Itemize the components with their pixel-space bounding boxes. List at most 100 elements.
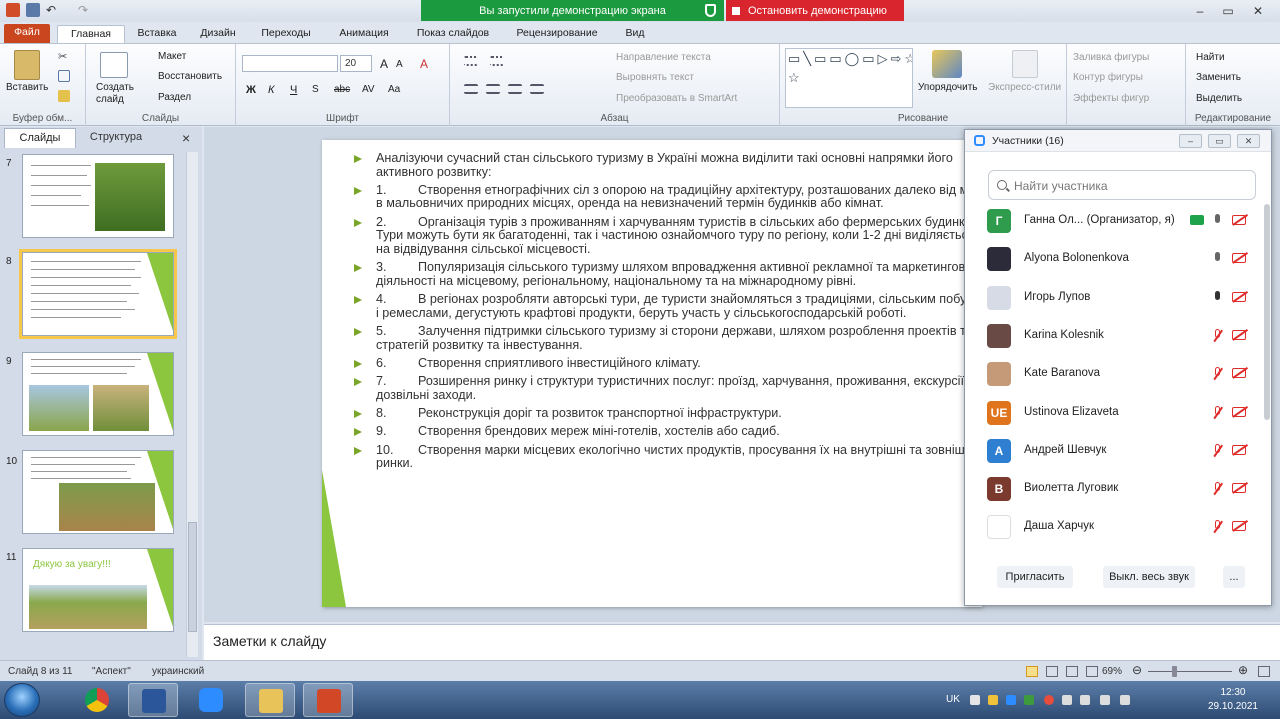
slide-thumbnail-9[interactable] <box>22 352 174 436</box>
shape-fill-button[interactable]: Заливка фигуры <box>1073 52 1149 63</box>
bullets-icon[interactable] <box>464 56 478 66</box>
strikethrough-button[interactable]: abc <box>334 84 350 95</box>
stop-share-button[interactable]: Остановить демонстрацию <box>726 0 904 21</box>
align-left-icon[interactable] <box>464 84 478 94</box>
tab-view[interactable]: Вид <box>616 25 654 43</box>
scrollbar-thumb[interactable] <box>188 522 197 632</box>
grow-font-button[interactable]: A <box>380 57 388 71</box>
keyboard-language[interactable]: UK <box>946 694 960 705</box>
align-text-button[interactable]: Выровнять текст <box>616 72 694 83</box>
font-size-select[interactable]: 20 <box>340 55 372 72</box>
close-icon[interactable]: ✕ <box>1244 3 1272 19</box>
tab-transitions[interactable]: Переходы <box>253 25 319 43</box>
fit-to-window-icon[interactable] <box>1258 666 1270 677</box>
participant-list-scrollbar[interactable] <box>1264 204 1270 420</box>
mic-muted-icon[interactable] <box>1213 367 1221 380</box>
chrome-taskbar-button[interactable] <box>72 683 122 717</box>
slides-pane-scrollbar[interactable] <box>186 152 198 657</box>
volume-icon[interactable] <box>1100 695 1110 705</box>
participant-row[interactable]: Даша Харчук <box>987 508 1257 546</box>
text-direction-button[interactable]: Направление текста <box>616 52 711 63</box>
current-slide[interactable]: Аналізуючи сучасний стан сільського тури… <box>322 140 982 607</box>
clear-format-button[interactable]: A <box>420 57 428 71</box>
explorer-taskbar-button[interactable] <box>245 683 295 717</box>
participant-search-input[interactable]: Найти участника <box>988 170 1256 200</box>
participant-row[interactable]: В Виолетта Луговик <box>987 470 1257 508</box>
tray-icon[interactable] <box>1044 695 1054 705</box>
underline-button[interactable]: Ч <box>290 84 297 96</box>
redo-icon[interactable]: ↷ <box>78 3 92 17</box>
tab-design[interactable]: Дизайн <box>190 25 246 43</box>
shape-outline-button[interactable]: Контур фигуры <box>1073 72 1143 83</box>
video-off-icon[interactable] <box>1232 291 1246 302</box>
maximize-icon[interactable]: ▭ <box>1214 3 1242 19</box>
participant-row[interactable]: Игорь Лупов <box>987 279 1257 317</box>
mic-muted-icon[interactable] <box>1213 443 1221 457</box>
zoom-slider-thumb[interactable] <box>1172 666 1177 677</box>
video-off-icon[interactable] <box>1232 215 1246 225</box>
video-off-icon[interactable] <box>1232 483 1246 494</box>
video-off-icon[interactable] <box>1232 521 1246 532</box>
close-icon[interactable]: ✕ <box>1237 134 1260 148</box>
reset-button[interactable]: Восстановить <box>158 71 222 82</box>
zoom-in-icon[interactable]: ⊕ <box>1238 663 1248 677</box>
participant-row[interactable]: Kate Baranova <box>987 355 1257 393</box>
mic-muted-icon[interactable] <box>1213 520 1221 533</box>
battery-icon[interactable] <box>1080 695 1090 705</box>
reading-view-icon[interactable] <box>1066 666 1078 677</box>
video-off-icon[interactable] <box>1232 406 1246 417</box>
tab-file[interactable]: Файл <box>4 24 50 43</box>
slide-thumbnail-8[interactable] <box>22 252 174 336</box>
participant-row[interactable]: UE Ustinova Elizaveta <box>987 394 1257 432</box>
slide-thumbnail-11[interactable]: Дякую за увагу!!! <box>22 548 174 632</box>
participant-row[interactable]: Alyona Bolonenkova <box>987 240 1257 278</box>
tray-icon[interactable] <box>970 695 980 705</box>
tray-icon[interactable] <box>1006 695 1016 705</box>
undo-icon[interactable]: ↶ <box>46 3 60 17</box>
shrink-font-button[interactable]: A <box>396 59 403 70</box>
save-icon[interactable] <box>26 3 40 17</box>
normal-view-icon[interactable] <box>1026 666 1038 677</box>
numbering-icon[interactable] <box>490 56 504 66</box>
italic-button[interactable]: К <box>268 84 274 96</box>
slide-thumbnail-10[interactable] <box>22 450 174 534</box>
more-button[interactable]: ... <box>1223 566 1245 588</box>
layout-button[interactable]: Макет <box>158 51 186 62</box>
word-taskbar-button[interactable] <box>128 683 178 717</box>
cut-icon[interactable]: ✂ <box>58 50 70 63</box>
zoom-level[interactable]: 69% <box>1102 666 1122 677</box>
smartart-button[interactable]: Преобразовать в SmartArt <box>616 93 737 104</box>
participant-row[interactable]: А Андрей Шевчук <box>987 432 1257 470</box>
language-indicator[interactable]: украинский <box>152 666 204 677</box>
network-icon[interactable] <box>1062 695 1072 705</box>
powerpoint-taskbar-button[interactable] <box>303 683 353 717</box>
justify-icon[interactable] <box>530 84 544 94</box>
section-button[interactable]: Раздел <box>158 92 191 103</box>
mic-muted-icon[interactable] <box>1213 405 1221 419</box>
align-right-icon[interactable] <box>508 84 522 94</box>
tab-outline[interactable]: Структура <box>78 128 154 148</box>
slide-sorter-icon[interactable] <box>1046 666 1058 677</box>
arrange-icon[interactable] <box>932 50 962 78</box>
mic-icon[interactable] <box>1213 214 1221 227</box>
replace-button[interactable]: Заменить <box>1196 72 1241 83</box>
find-button[interactable]: Найти <box>1196 52 1225 63</box>
start-button[interactable] <box>4 683 40 717</box>
zoom-out-icon[interactable]: ⊖ <box>1132 663 1142 677</box>
slide-thumbnail-7[interactable] <box>22 154 174 238</box>
video-off-icon[interactable] <box>1232 368 1246 379</box>
close-pane-icon[interactable]: × <box>182 130 190 146</box>
mic-muted-icon[interactable] <box>1213 482 1221 495</box>
mic-muted-icon[interactable] <box>1213 328 1221 342</box>
copy-icon[interactable] <box>58 70 70 82</box>
video-off-icon[interactable] <box>1232 444 1246 455</box>
participant-row[interactable]: Karina Kolesnik <box>987 317 1257 355</box>
change-case-button[interactable]: Aa <box>388 84 400 95</box>
align-center-icon[interactable] <box>486 84 500 94</box>
shadow-button[interactable]: S <box>312 84 319 95</box>
mic-icon[interactable] <box>1213 252 1221 265</box>
zoom-taskbar-button[interactable] <box>186 683 236 717</box>
invite-button[interactable]: Пригласить <box>997 566 1073 588</box>
tray-icon[interactable] <box>988 695 998 705</box>
quick-styles-icon[interactable] <box>1012 50 1038 78</box>
